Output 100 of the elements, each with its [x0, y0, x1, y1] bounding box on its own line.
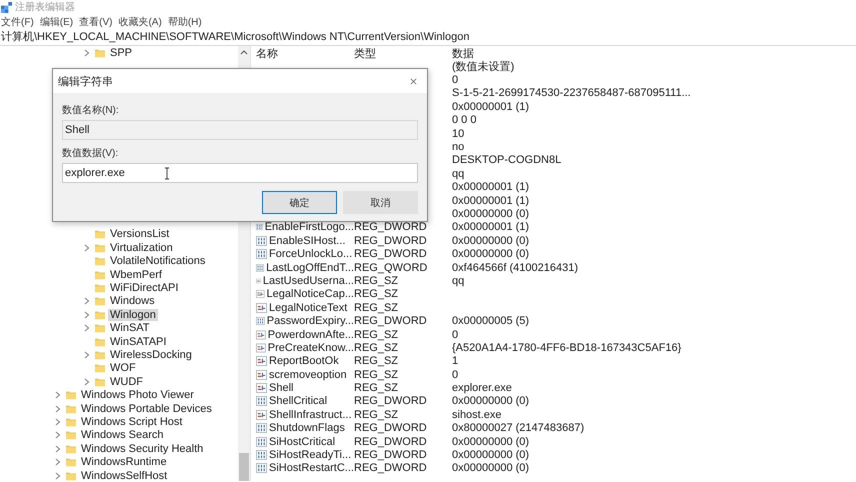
value-data: S-1-5-21-2699174530-2237658487-687095111... [452, 87, 691, 100]
expand-chevron-icon[interactable] [84, 310, 90, 319]
window-title: 注册表编辑器 [15, 0, 75, 14]
expand-chevron-icon[interactable] [55, 391, 61, 400]
tree-item[interactable]: WinSAT [108, 322, 152, 334]
scroll-up-icon[interactable] [240, 49, 248, 55]
menu-item[interactable]: 收藏夹(A) [118, 15, 162, 29]
value-name[interactable]: PreCreateKnow... [268, 342, 354, 354]
value-data: {A520A1A4-1780-4FF6-BD18-167343C5AF16} [452, 342, 682, 354]
value-data: 0x00000000 (0) [452, 449, 530, 462]
tree-item[interactable]: Windows Photo Viewer [79, 389, 196, 402]
value-data: 0x00000000 (0) [452, 208, 530, 220]
expand-chevron-icon[interactable] [84, 350, 90, 359]
value-name[interactable]: EnableSIHost... [269, 234, 346, 247]
menu-item[interactable]: 查看(V) [79, 15, 112, 29]
tree-item[interactable]: Windows Script Host [79, 416, 184, 428]
folder-icon [66, 457, 76, 468]
address-bar[interactable]: 计算机\HKEY_LOCAL_MACHINE\SOFTWARE\Microsoft\Windows NT\CurrentVersion\Winlogon [0, 30, 856, 46]
value-name[interactable]: Shell [269, 382, 294, 394]
menu-item[interactable]: 文件(F) [1, 15, 34, 29]
tree-item[interactable]: Winlogon [108, 308, 158, 321]
value-type: REG_DWORD [354, 234, 427, 247]
expand-chevron-icon[interactable] [84, 297, 90, 306]
value-name[interactable]: ReportBootOk [269, 355, 339, 368]
value-name[interactable]: scremoveoption [269, 368, 347, 381]
value-name[interactable]: LastUsedUserna... [262, 274, 354, 287]
tree-item[interactable]: Virtualization [108, 242, 175, 254]
tree-item[interactable]: VersionsList [108, 228, 172, 240]
expand-chevron-icon[interactable] [55, 404, 61, 413]
dialog-button[interactable]: 取消 [343, 191, 418, 214]
value-data: 0 [452, 368, 458, 381]
column-header[interactable]: 名称 [256, 46, 354, 60]
value-data: 0x00000000 (0) [452, 234, 530, 247]
value-data: 0x00000005 (5) [452, 315, 530, 328]
string-value-icon [256, 289, 265, 300]
string-value-icon [256, 410, 267, 420]
dialog-title: 编辑字符串 [58, 74, 113, 88]
expand-chevron-icon[interactable] [84, 324, 90, 332]
value-name[interactable]: SiHostCritical [269, 436, 336, 448]
value-name[interactable]: LegalNoticeText [269, 302, 348, 314]
string-value-icon [256, 330, 266, 340]
value-data: 0x00000000 (0) [452, 248, 530, 260]
tree-item[interactable]: Windows [108, 295, 157, 308]
scrollbar-thumb[interactable] [239, 453, 249, 481]
value-type: REG_DWORD [354, 436, 427, 448]
tree-item[interactable]: WinSATAPI [108, 336, 168, 348]
string-value-icon [256, 370, 267, 380]
folder-icon [95, 256, 105, 266]
binary-value-icon [256, 249, 267, 260]
value-name[interactable]: EnableFirstLogo... [264, 221, 354, 234]
value-data: (数值未设置) [452, 60, 514, 74]
folder-icon [66, 430, 76, 440]
expand-chevron-icon[interactable] [55, 444, 61, 453]
expand-chevron-icon[interactable] [84, 378, 90, 386]
tree-item[interactable]: WindowsRuntime [79, 456, 169, 468]
tree-item[interactable]: SPP [108, 46, 134, 59]
expand-chevron-icon[interactable] [55, 418, 61, 426]
menu-item[interactable]: 编辑(E) [40, 15, 74, 29]
value-name[interactable]: SiHostRestartC... [269, 462, 354, 474]
value-name[interactable]: SiHostReadyTi... [269, 449, 352, 462]
close-icon[interactable] [410, 78, 417, 84]
value-name[interactable]: LegalNoticeCap... [266, 288, 354, 300]
dialog-button[interactable]: 确定 [262, 191, 337, 214]
tree-item[interactable]: WbemPerf [108, 268, 164, 281]
value-name[interactable]: PasswordExpiry... [266, 315, 354, 328]
tree-item[interactable]: WindowsSelfHost [79, 470, 170, 482]
column-header[interactable]: 类型 [354, 46, 452, 60]
value-name[interactable]: ShutdownFlags [269, 422, 345, 434]
menu-item[interactable]: 帮助(H) [168, 15, 202, 29]
tree-item[interactable]: WiFiDirectAPI [108, 282, 180, 294]
tree-item[interactable]: Windows Security Health [79, 442, 206, 455]
tree-item[interactable]: WUDF [108, 376, 145, 388]
tree-item[interactable]: WOF [108, 362, 138, 374]
registry-icon [1, 2, 12, 12]
tree-item[interactable]: VolatileNotifications [108, 255, 208, 268]
value-name[interactable]: ForceUnlockLo... [269, 248, 352, 260]
string-value-icon [256, 276, 261, 286]
value-data: no [452, 141, 464, 154]
value-data: 0 [452, 328, 458, 340]
column-header[interactable]: 数据 [452, 46, 856, 60]
value-name[interactable]: ShellCritical [269, 395, 328, 408]
value-name[interactable]: LastLogOffEndT... [266, 262, 354, 274]
value-name[interactable]: PowerdownAfte... [268, 328, 354, 340]
tree-item[interactable]: WirelessDocking [108, 348, 194, 361]
expand-chevron-icon[interactable] [55, 431, 61, 440]
value-name[interactable]: ShellInfrastruct... [269, 408, 352, 421]
expand-chevron-icon[interactable] [84, 244, 90, 252]
value-data-field[interactable]: explorer.exe [62, 163, 418, 183]
value-data: 0x00000000 (0) [452, 395, 530, 408]
value-type: REG_SZ [354, 328, 398, 340]
tree-item[interactable]: Windows Portable Devices [79, 402, 214, 415]
value-data: 0x00000001 (1) [452, 100, 530, 113]
expand-chevron-icon[interactable] [55, 472, 61, 480]
tree-item[interactable]: Windows Search [79, 429, 166, 442]
folder-icon [95, 363, 105, 374]
folder-icon [95, 310, 105, 320]
expand-chevron-icon[interactable] [84, 48, 90, 57]
binary-value-icon [256, 316, 265, 326]
expand-chevron-icon[interactable] [55, 458, 61, 466]
value-name-field[interactable]: Shell [62, 120, 418, 140]
